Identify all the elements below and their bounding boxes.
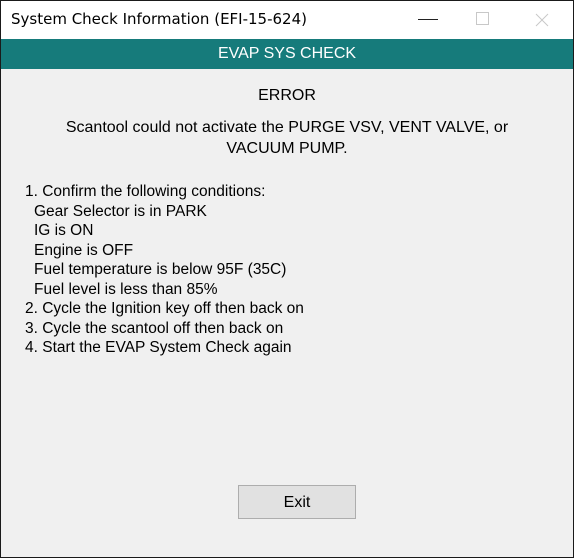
step-2: 2. Cycle the Ignition key off then back … [25,300,304,317]
condition-ig: IG is ON [34,222,94,239]
condition-engine: Engine is OFF [34,241,134,259]
condition-fuel-temp: Fuel temperature is below 95F (35C) [34,261,287,278]
error-title: ERROR [258,87,316,104]
step-3: 3. Cycle the scantool off then back on [25,319,284,337]
condition-fuel-level: Fuel level is less than 85% [34,280,218,298]
header-banner: EVAP SYS CHECK [1,39,573,69]
exit-button[interactable]: Exit [238,485,356,519]
error-message: Scantool could not activate the PURGE VS… [65,119,509,157]
system-check-window: System Check Information (EFI-15-624) EV… [0,0,574,558]
step-4: 4. Start the EVAP System Check again [25,339,292,356]
maximize-button[interactable] [461,1,507,39]
title-bar[interactable]: System Check Information (EFI-15-624) [1,1,573,39]
minimize-button[interactable] [405,1,451,39]
maximize-icon [476,12,489,25]
instruction-list: 1. Confirm the following conditions: Gea… [25,182,304,358]
step-1: 1. Confirm the following conditions: [25,183,266,200]
condition-gear: Gear Selector is in PARK [34,202,207,220]
minimize-icon [418,19,438,20]
window-title: System Check Information (EFI-15-624) [11,10,307,28]
close-icon [535,13,549,27]
close-button[interactable] [519,1,565,39]
